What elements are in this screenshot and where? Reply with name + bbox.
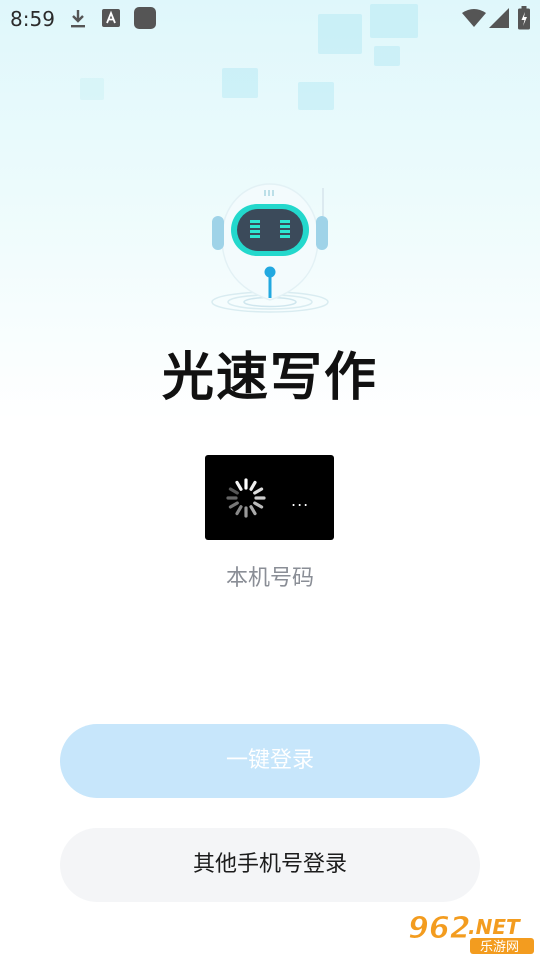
bg-decor-tile (80, 78, 104, 100)
battery-icon (518, 6, 530, 34)
bg-decor-tile (222, 68, 258, 98)
one-click-login-button[interactable]: 一键登录 (60, 724, 480, 798)
watermark-sub: 乐游网 (480, 940, 519, 955)
watermark-number: 962 (408, 911, 471, 946)
app-title: 光速写作 (161, 348, 378, 408)
signal-icon (489, 8, 509, 32)
square-app-icon (134, 7, 156, 33)
status-bar: 8:59 (0, 0, 540, 38)
bg-decor-tile (298, 82, 334, 110)
wifi-icon (462, 9, 486, 31)
download-icon (68, 8, 88, 34)
a-icon (102, 9, 120, 31)
app-logo (200, 178, 340, 318)
bg-decor-tile (374, 46, 400, 66)
site-watermark: 962 .NET 乐游网 (404, 908, 536, 956)
masked-phone-number: ... (205, 455, 334, 540)
masked-number-text: ... (291, 491, 310, 510)
watermark-suffix: .NET (468, 915, 521, 939)
phone-number-label: 本机号码 (225, 566, 314, 591)
status-time: 8:59 (10, 7, 55, 31)
loading-spinner-icon (226, 478, 266, 518)
other-phone-login-button[interactable]: 其他手机号登录 (60, 828, 480, 902)
